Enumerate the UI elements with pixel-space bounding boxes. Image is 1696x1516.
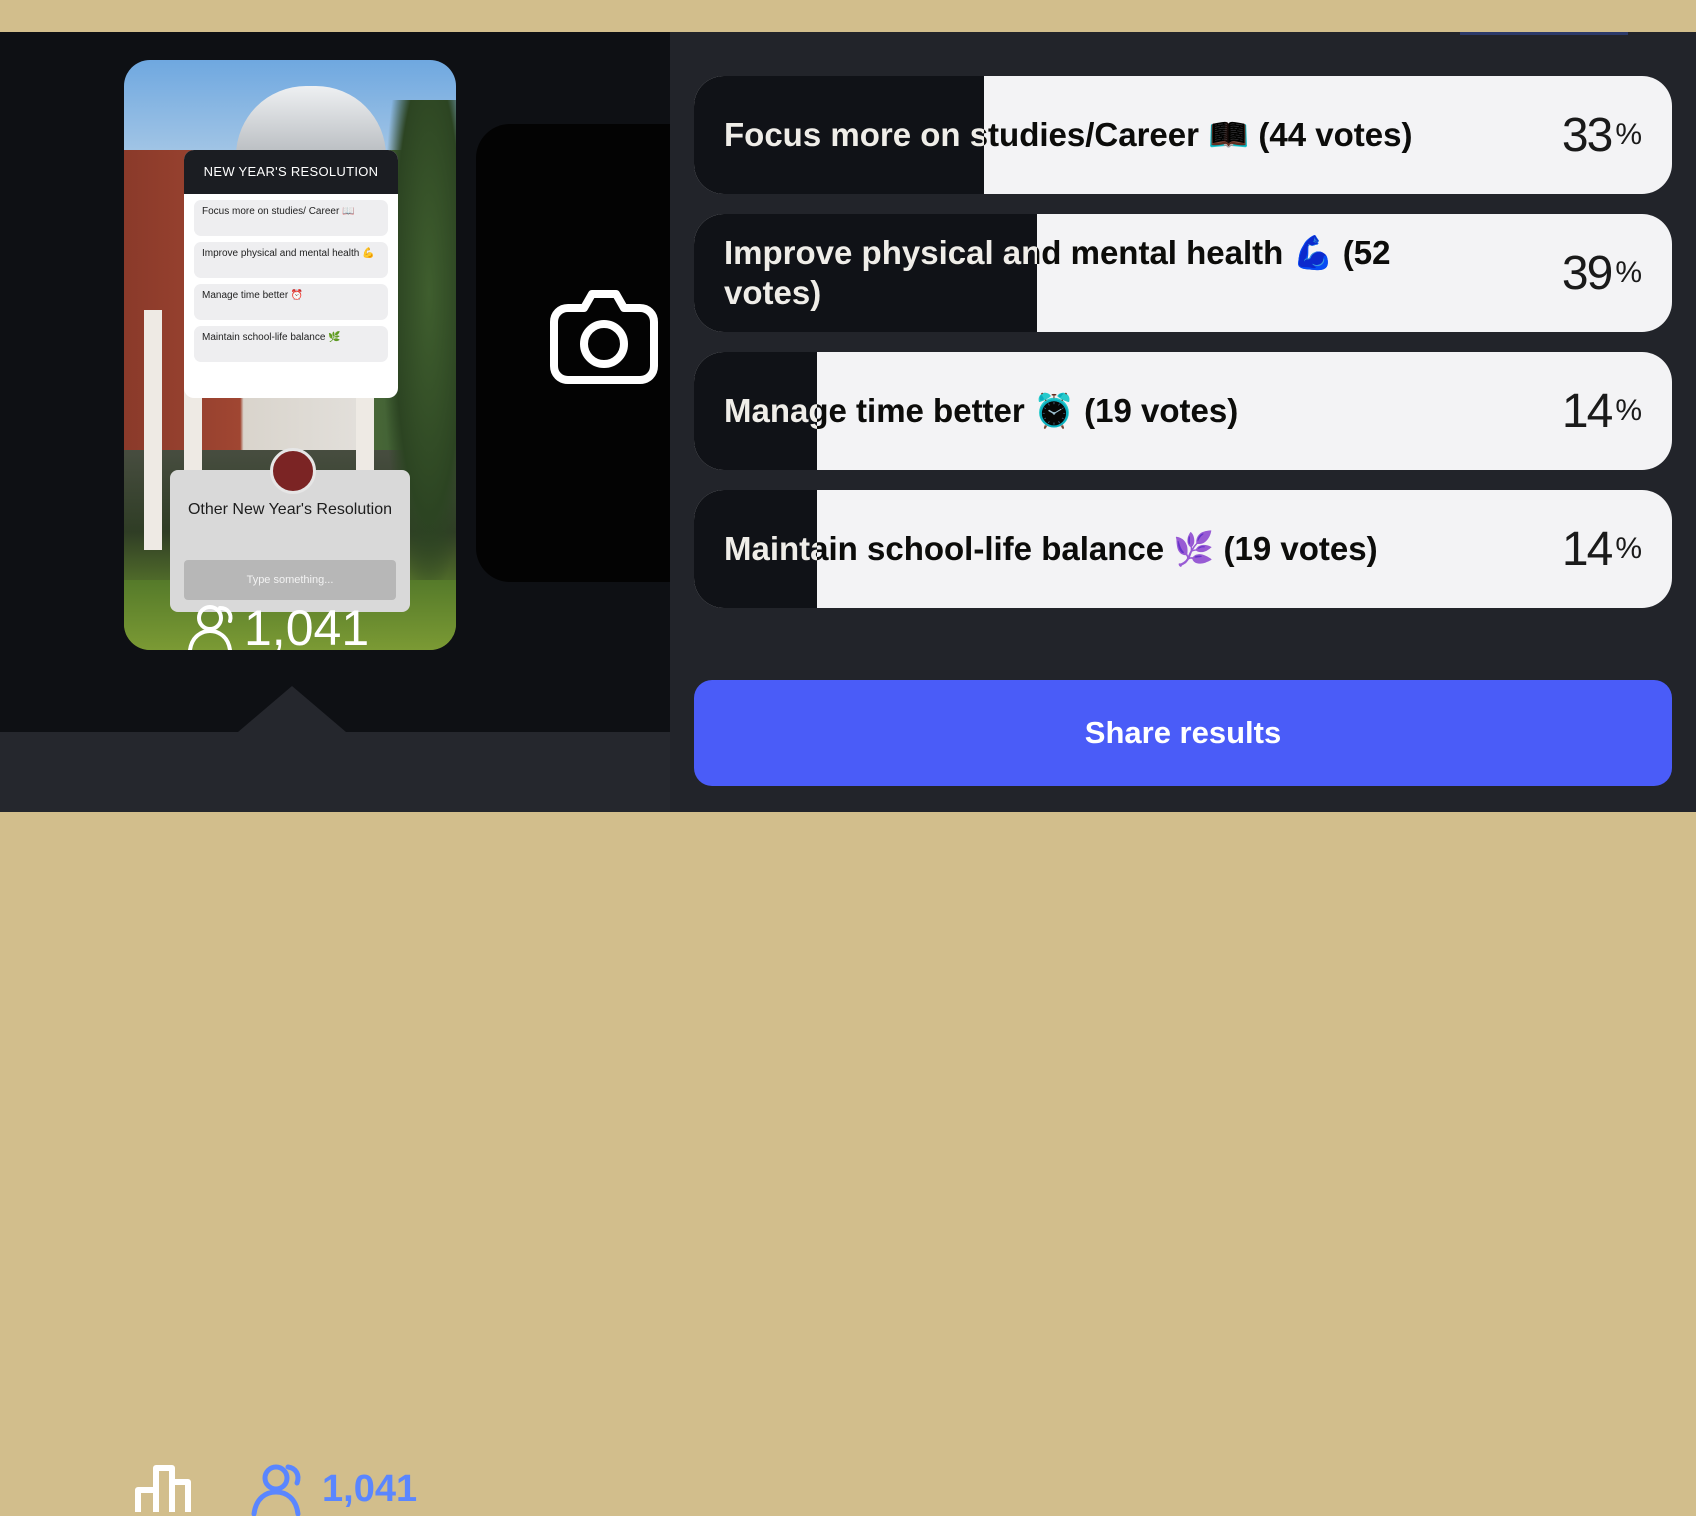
percent-sign: % bbox=[1615, 256, 1642, 289]
percent-sign: % bbox=[1615, 118, 1642, 151]
story-background-column bbox=[144, 310, 162, 550]
poll-option-label: Focus more on studies/Career 📖 (44 votes… bbox=[724, 116, 1413, 153]
percent-sign: % bbox=[1615, 532, 1642, 565]
story-view-count-value: 1,041 bbox=[244, 600, 370, 650]
profile-badge-icon bbox=[270, 448, 316, 494]
poll-option-percent-value: 33 bbox=[1561, 108, 1613, 162]
poll-option: Focus more on studies/Career 📖 (44 votes… bbox=[694, 76, 1672, 194]
poll-option-percent-value: 14 bbox=[1561, 522, 1613, 576]
tab-viewers[interactable]: 1,041 bbox=[250, 1462, 417, 1516]
viewers-icon bbox=[251, 1464, 301, 1516]
poll-option-percent: 14% bbox=[1562, 352, 1642, 470]
poll-option: Improve physical and mental health 💪 (52… bbox=[694, 214, 1672, 332]
story-preview-pane: NEW YEAR'S RESOLUTION Focus more on stud… bbox=[0, 32, 670, 732]
app-stage: NEW YEAR'S RESOLUTION Focus more on stud… bbox=[0, 32, 1696, 1516]
share-results-button[interactable]: Share results bbox=[694, 680, 1672, 786]
poll-option-percent: 39% bbox=[1562, 214, 1642, 332]
story-view-count: 1,041 bbox=[186, 600, 369, 650]
story-poll-sticker: NEW YEAR'S RESOLUTION Focus more on stud… bbox=[184, 150, 398, 398]
scroll-indicator bbox=[1460, 32, 1628, 35]
percent-sign: % bbox=[1615, 394, 1642, 427]
poll-option: Manage time better ⏰ (19 votes) 14% bbox=[694, 352, 1672, 470]
story-poll-option: Improve physical and mental health 💪 bbox=[194, 242, 388, 278]
viewers-icon bbox=[188, 605, 233, 650]
story-poll-option: Focus more on studies/ Career 📖 bbox=[194, 200, 388, 236]
poll-option: Maintain school-life balance 🌿 (19 votes… bbox=[694, 490, 1672, 608]
poll-option-label: Manage time better ⏰ (19 votes) bbox=[724, 392, 1239, 429]
viewers-count: 1,041 bbox=[322, 1467, 418, 1510]
story-thumbnail[interactable]: NEW YEAR'S RESOLUTION Focus more on stud… bbox=[124, 60, 456, 650]
selected-story-pointer bbox=[238, 686, 346, 732]
camera-panel[interactable] bbox=[476, 124, 670, 582]
story-question-input: Type something... bbox=[184, 560, 396, 600]
bottom-tab-bar: 1,041 bbox=[0, 732, 670, 1516]
chart-icon[interactable] bbox=[134, 1464, 200, 1514]
story-background-dome bbox=[236, 86, 386, 156]
story-question-title: Other New Year's Resolution bbox=[187, 501, 393, 518]
poll-option-percent-value: 39 bbox=[1561, 246, 1613, 300]
poll-option-label: Improve physical and mental health 💪 (52… bbox=[724, 234, 1391, 311]
poll-option-percent-value: 14 bbox=[1561, 384, 1613, 438]
story-poll-title: NEW YEAR'S RESOLUTION bbox=[184, 150, 398, 194]
poll-option-percent: 14% bbox=[1562, 490, 1642, 608]
story-poll-option: Manage time better ⏰ bbox=[194, 284, 388, 320]
camera-icon[interactable] bbox=[548, 284, 660, 384]
poll-option-label: Maintain school-life balance 🌿 (19 votes… bbox=[724, 530, 1378, 567]
poll-option-percent: 33% bbox=[1562, 76, 1642, 194]
story-poll-option: Maintain school-life balance 🌿 bbox=[194, 326, 388, 362]
